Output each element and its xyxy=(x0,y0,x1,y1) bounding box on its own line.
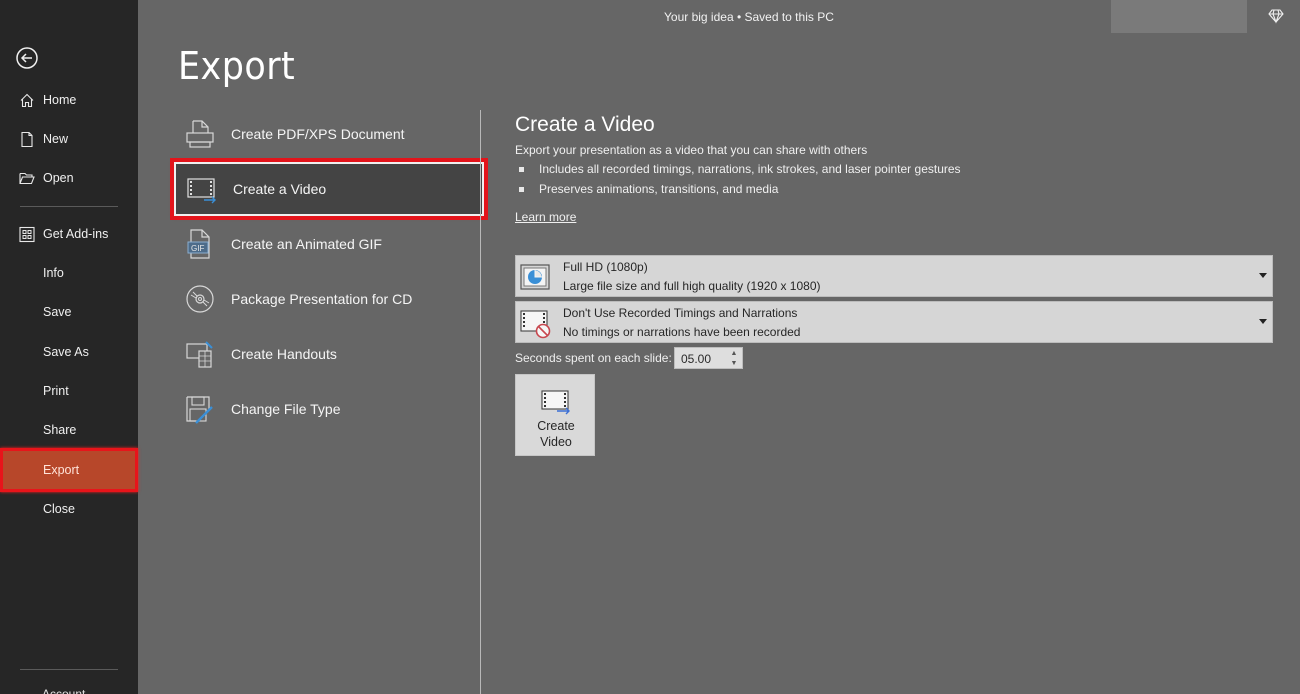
video-icon xyxy=(186,173,218,205)
detail-description: Export your presentation as a video that… xyxy=(515,143,868,157)
chevron-down-icon xyxy=(1259,319,1267,324)
add-ins-grid-icon xyxy=(18,226,35,243)
sidebar-item-info[interactable]: Info xyxy=(0,254,138,292)
page-title: Export xyxy=(178,44,296,88)
timings-narrations-dropdown[interactable]: Don't Use Recorded Timings and Narration… xyxy=(515,301,1273,343)
sidebar-item-new[interactable]: New xyxy=(0,120,138,158)
create-video-label-line1: Create xyxy=(537,419,575,433)
sidebar-item-close[interactable]: Close xyxy=(0,490,138,528)
sidebar-item-label: Share xyxy=(43,423,77,437)
bullet-text: Preserves animations, transitions, and m… xyxy=(539,182,779,196)
export-option-animated-gif[interactable]: GIF Create an Animated GIF xyxy=(174,218,484,270)
sidebar-item-home[interactable]: Home xyxy=(0,81,138,119)
dropdown-title: Don't Use Recorded Timings and Narration… xyxy=(563,306,798,320)
sidebar-item-label: Save As xyxy=(43,345,89,359)
cd-icon xyxy=(184,283,216,315)
export-option-create-pdf-xps[interactable]: Create PDF/XPS Document xyxy=(174,108,484,160)
svg-text:GIF: GIF xyxy=(191,244,204,253)
sidebar-item-share[interactable]: Share xyxy=(0,411,138,449)
spin-down-icon[interactable]: ▼ xyxy=(730,359,738,368)
home-icon xyxy=(18,92,35,109)
folder-open-icon xyxy=(18,170,35,187)
premium-diamond-icon[interactable] xyxy=(1268,8,1284,24)
export-option-create-video[interactable]: Create a Video xyxy=(170,158,488,220)
panel-divider xyxy=(480,110,481,694)
sidebar-item-print[interactable]: Print xyxy=(0,372,138,410)
sidebar-item-label: Print xyxy=(43,384,69,398)
create-video-label: Create Video xyxy=(516,418,596,450)
detail-bullet: Preserves animations, transitions, and m… xyxy=(519,182,778,196)
export-option-label: Change File Type xyxy=(231,401,341,417)
sidebar-item-label: Export xyxy=(43,463,80,477)
dropdown-title: Full HD (1080p) xyxy=(563,260,648,274)
bullet-square-icon xyxy=(519,166,524,172)
change-file-type-icon xyxy=(184,393,216,425)
back-arrow-icon xyxy=(16,47,38,69)
new-document-icon xyxy=(18,131,35,148)
export-option-label: Package Presentation for CD xyxy=(231,291,413,307)
sidebar-item-label: Save xyxy=(43,305,72,319)
video-icon xyxy=(540,387,572,419)
chevron-down-icon xyxy=(1259,273,1267,278)
seconds-value: 05.00 xyxy=(681,352,712,366)
sidebar-item-open[interactable]: Open xyxy=(0,159,138,197)
export-option-package-cd[interactable]: Package Presentation for CD xyxy=(174,273,484,325)
sidebar-item-get-add-ins[interactable]: Get Add-ins xyxy=(0,215,138,253)
create-video-button[interactable]: Create Video xyxy=(515,374,595,456)
learn-more-link[interactable]: Learn more xyxy=(515,210,576,224)
sidebar-item-label: Info xyxy=(43,266,64,280)
gif-icon: GIF xyxy=(184,228,216,260)
export-option-label: Create an Animated GIF xyxy=(231,236,382,252)
dropdown-subtitle: No timings or narrations have been recor… xyxy=(563,325,801,339)
handouts-icon xyxy=(184,338,216,370)
sidebar-item-label: New xyxy=(43,132,69,146)
account-area[interactable] xyxy=(1111,0,1247,33)
export-option-change-file-type[interactable]: Change File Type xyxy=(174,383,484,435)
display-quality-icon xyxy=(519,261,551,293)
export-option-label: Create PDF/XPS Document xyxy=(231,126,405,142)
sidebar-item-label: Home xyxy=(43,93,77,107)
sidebar-item-export[interactable]: Export xyxy=(0,448,138,492)
sidebar-item-save[interactable]: Save xyxy=(0,293,138,331)
backstage-sidebar: Home New Open Get Add-ins Info Save Save… xyxy=(0,0,138,694)
sidebar-item-label: Open xyxy=(43,171,74,185)
sidebar-item-account[interactable]: Account xyxy=(42,686,102,694)
bullet-square-icon xyxy=(519,186,524,192)
document-status: Your big idea • Saved to this PC xyxy=(664,10,834,24)
back-button[interactable] xyxy=(15,46,39,70)
create-video-label-line2: Video xyxy=(540,435,572,449)
export-option-label: Create a Video xyxy=(233,181,327,197)
seconds-per-slide-label: Seconds spent on each slide: xyxy=(515,351,672,365)
dropdown-subtitle: Large file size and full high quality (1… xyxy=(563,279,821,293)
pdf-document-icon xyxy=(184,118,216,150)
no-timings-icon xyxy=(519,307,551,339)
sidebar-item-label: Get Add-ins xyxy=(43,227,109,241)
sidebar-divider xyxy=(20,669,118,670)
bullet-text: Includes all recorded timings, narration… xyxy=(539,162,961,176)
spin-up-icon[interactable]: ▲ xyxy=(730,349,738,358)
detail-title: Create a Video xyxy=(515,113,655,136)
sidebar-divider xyxy=(20,206,118,207)
seconds-per-slide-input[interactable]: 05.00 ▲ ▼ xyxy=(674,347,743,369)
video-quality-dropdown[interactable]: Full HD (1080p) Large file size and full… xyxy=(515,255,1273,297)
sidebar-item-save-as[interactable]: Save As xyxy=(0,333,138,371)
sidebar-item-label: Close xyxy=(43,502,75,516)
export-option-label: Create Handouts xyxy=(231,346,337,362)
export-option-create-handouts[interactable]: Create Handouts xyxy=(174,328,484,380)
detail-bullet: Includes all recorded timings, narration… xyxy=(519,162,961,176)
